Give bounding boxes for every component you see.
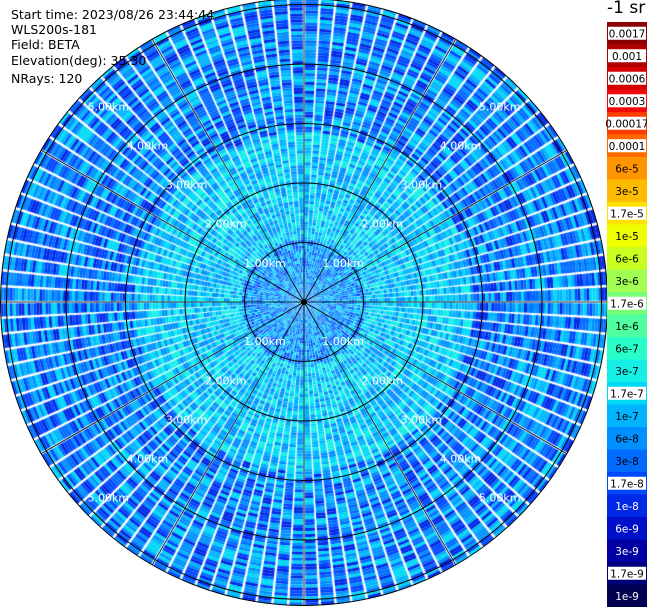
- ring-label-4km: 4.00km: [127, 453, 169, 466]
- ring-label-3km: 3.00km: [166, 413, 208, 426]
- colorbar-tick-label: 1.7e-6: [610, 298, 644, 310]
- colorbar-tick-label: 6e-7: [615, 343, 639, 355]
- range-rings-overlay: 1.00km 1.00km 1.00km 1.00km 2.00km 2.00km 2.00…: [0, 0, 608, 606]
- ring-label-2km: 2.00km: [361, 374, 403, 387]
- ring-label-5km: 5.00km: [88, 100, 130, 113]
- colorbar-tick-label: 3e-5: [615, 186, 639, 198]
- field-text: Field: BETA: [11, 37, 80, 52]
- ring-label-5km: 5.00km: [88, 492, 130, 505]
- colorbar-tick-label: 0.0006: [609, 73, 646, 85]
- colorbar-tick-label: 6e-5: [615, 163, 639, 175]
- colorbar-tick-label: 0.0001: [609, 141, 646, 153]
- colorbar-tick-label: 0.0003: [609, 96, 646, 108]
- ring-label-2km: 2.00km: [205, 218, 247, 231]
- ring-label-1km: 1.00km: [244, 335, 286, 348]
- ring-label-4km: 4.00km: [127, 139, 169, 152]
- ring-label-2km: 2.00km: [205, 374, 247, 387]
- ring-label-1km: 1.00km: [322, 257, 364, 270]
- azimuth-spoke: [41, 301, 305, 455]
- colorbar: 0.0017 0.001 0.0006 0.0003 0.00017 0.0001 6e-5…: [606, 22, 647, 607]
- ring-label-4km: 4.00km: [440, 453, 482, 466]
- nrays-text: NRays: 120: [11, 71, 83, 86]
- ring-label-1km: 1.00km: [244, 257, 286, 270]
- instrument-text: WLS200s-181: [11, 22, 97, 37]
- ring-label-3km: 3.00km: [401, 179, 443, 192]
- colorbar-tick-label: 1e-7: [615, 411, 639, 423]
- elevation-text: Elevation(deg): 35.30: [11, 53, 147, 68]
- colorbar-tick-label: 0.0017: [609, 28, 646, 40]
- ring-label-1km: 1.00km: [322, 335, 364, 348]
- colorbar-tick-label: 6e-9: [615, 523, 639, 535]
- colorbar-tick-label: 1e-8: [615, 501, 639, 513]
- colorbar-tick-label: 6e-8: [615, 433, 639, 445]
- colorbar-tick-label: 1e-6: [615, 321, 639, 333]
- ppi-plot-window: 1.00km 1.00km 1.00km 1.00km 2.00km 2.00km 2.00…: [0, 0, 647, 607]
- colorbar-tick-label: 0.001: [612, 51, 642, 63]
- colorbar-tick-label: 1e-5: [615, 231, 639, 243]
- colorbar-tick-label: 3e-6: [615, 276, 639, 288]
- colorbar-tick-label: 1.7e-5: [610, 208, 644, 220]
- radar-center-marker: [301, 299, 307, 305]
- ring-label-3km: 3.00km: [401, 413, 443, 426]
- colorbar-tick-label: 6e-6: [615, 253, 639, 265]
- colorbar-tick-label: 3e-8: [615, 456, 639, 468]
- colorbar-tick-label: 3e-9: [615, 546, 639, 558]
- colorbar-tick-label: 1.7e-9: [610, 568, 644, 580]
- colorbar-tick-label: 1.7e-7: [610, 388, 644, 400]
- start-time-text: Start time: 2023/08/26 23:44:44: [11, 7, 215, 22]
- colorbar-tick-label: 1e-9: [615, 591, 639, 603]
- colorbar-tick-label: 3e-7: [615, 366, 639, 378]
- ring-label-5km: 5.00km: [479, 100, 521, 113]
- azimuth-spoke: [303, 301, 567, 455]
- azimuth-spoke: [303, 149, 567, 303]
- ring-label-5km: 5.00km: [479, 492, 521, 505]
- ring-label-4km: 4.00km: [440, 139, 482, 152]
- ring-label-3km: 3.00km: [166, 179, 208, 192]
- colorbar-tick-label: 1.7e-8: [610, 478, 644, 490]
- ring-label-2km: 2.00km: [361, 218, 403, 231]
- colorbar-tick-label: 0.00017: [606, 118, 647, 130]
- azimuth-spoke: [41, 149, 305, 303]
